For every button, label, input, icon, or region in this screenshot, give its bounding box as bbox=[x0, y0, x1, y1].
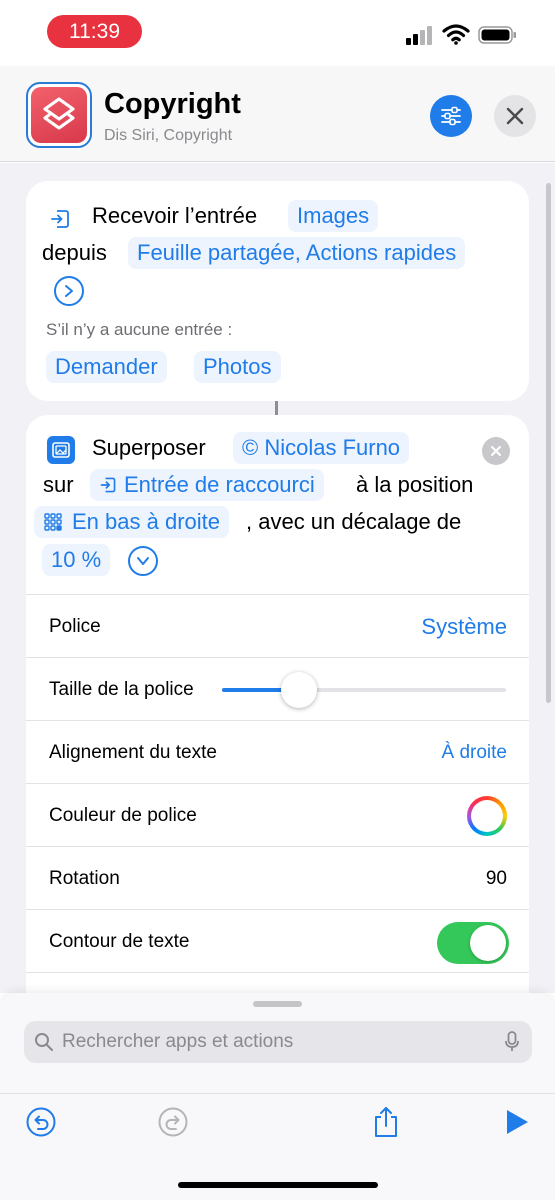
shortcut-subtitle: Dis Siri, Copyright bbox=[104, 127, 233, 144]
param-font-size-row: Taille de la police bbox=[26, 657, 529, 720]
outline-toggle-knob bbox=[470, 925, 506, 961]
close-icon bbox=[491, 446, 501, 456]
overlay-text-action[interactable]: Superposer © Nicolas Furno sur Entrée de… bbox=[26, 415, 529, 993]
sliders-icon bbox=[441, 106, 461, 126]
action-connector bbox=[275, 401, 278, 415]
status-bar: 11:39 bbox=[0, 0, 555, 66]
undo-button[interactable] bbox=[23, 1104, 59, 1140]
shortcut-input-token[interactable]: Entrée de raccourci bbox=[90, 469, 324, 501]
settings-button[interactable] bbox=[430, 95, 472, 137]
signal-icon bbox=[406, 26, 432, 45]
chevron-down-icon bbox=[137, 557, 149, 565]
fallback-action-token[interactable]: Demander bbox=[46, 351, 167, 383]
run-button[interactable] bbox=[499, 1104, 535, 1140]
share-icon bbox=[375, 1107, 397, 1137]
shortcut-title[interactable]: Copyright bbox=[104, 88, 241, 121]
overlay-text-token[interactable]: © Nicolas Furno bbox=[233, 432, 410, 464]
collapse-button[interactable] bbox=[128, 546, 158, 576]
shortcut-input-label: Entrée de raccourci bbox=[124, 472, 315, 497]
expand-button[interactable] bbox=[54, 276, 84, 306]
no-input-label: S’il n’y a aucune entrée : bbox=[46, 320, 233, 339]
param-font-size-label: Taille de la police bbox=[49, 679, 194, 700]
param-font-value[interactable]: Système bbox=[421, 595, 507, 658]
input-icon bbox=[51, 210, 69, 228]
chevron-right-icon bbox=[65, 285, 73, 297]
play-icon bbox=[507, 1110, 528, 1134]
wifi-icon bbox=[442, 24, 470, 45]
font-size-slider[interactable] bbox=[222, 672, 506, 708]
search-bar[interactable] bbox=[24, 1021, 532, 1063]
shortcut-header: Copyright Dis Siri, Copyright bbox=[0, 66, 555, 162]
offset-label: , avec un décalage de bbox=[246, 509, 462, 534]
receive-input-action[interactable]: Recevoir l’entrée Images depuis Feuille … bbox=[26, 181, 529, 401]
home-indicator[interactable] bbox=[178, 1182, 378, 1188]
input-source-token[interactable]: Feuille partagée, Actions rapides bbox=[128, 237, 466, 269]
overlay-label: Superposer bbox=[92, 435, 206, 460]
input-type-token[interactable]: Images bbox=[288, 200, 379, 232]
microphone-icon[interactable] bbox=[504, 1031, 520, 1053]
param-color-label: Couleur de police bbox=[49, 805, 197, 826]
param-font-label: Police bbox=[49, 616, 101, 637]
position-label: à la position bbox=[356, 472, 474, 497]
param-rotation-label: Rotation bbox=[49, 868, 120, 889]
font-size-slider-thumb[interactable] bbox=[280, 672, 317, 708]
actions-editor[interactable]: Recevoir l’entrée Images depuis Feuille … bbox=[0, 163, 555, 993]
offset-token[interactable]: 10 % bbox=[42, 544, 111, 576]
actions-search-sheet bbox=[0, 993, 555, 1093]
overlay-parameters: Police Système Taille de la police Align… bbox=[26, 594, 529, 993]
param-rotation-row[interactable]: Rotation 90 bbox=[26, 846, 529, 909]
param-rotation-value[interactable]: 90 bbox=[486, 847, 507, 910]
input-icon bbox=[100, 477, 116, 493]
param-outline-row: Contour de texte bbox=[26, 909, 529, 972]
position-token[interactable]: En bas à droite bbox=[34, 506, 229, 538]
redo-icon bbox=[158, 1107, 188, 1137]
sheet-grabber[interactable] bbox=[253, 1001, 302, 1007]
param-outline-label: Contour de texte bbox=[49, 931, 190, 952]
color-picker-button[interactable] bbox=[467, 796, 507, 836]
outline-toggle[interactable] bbox=[437, 922, 509, 964]
receive-input-label: Recevoir l’entrée bbox=[92, 203, 258, 228]
shortcut-icon-button[interactable] bbox=[26, 82, 92, 148]
undo-icon bbox=[26, 1107, 56, 1137]
battery-icon bbox=[478, 26, 516, 44]
shortcuts-icon bbox=[43, 97, 75, 130]
redo-button[interactable] bbox=[155, 1104, 191, 1140]
status-time[interactable]: 11:39 bbox=[47, 15, 142, 48]
param-alignment-label: Alignement du texte bbox=[49, 742, 217, 763]
remove-action-button[interactable] bbox=[482, 437, 510, 465]
grid-icon bbox=[44, 513, 62, 531]
search-icon bbox=[35, 1033, 53, 1051]
param-next-row[interactable] bbox=[26, 972, 529, 993]
position-token-label: En bas à droite bbox=[72, 509, 220, 534]
from-label: depuis bbox=[42, 240, 107, 265]
close-button[interactable] bbox=[494, 95, 536, 137]
search-input[interactable] bbox=[62, 1021, 482, 1063]
param-alignment-row[interactable]: Alignement du texte À droite bbox=[26, 720, 529, 783]
overlay-image-icon bbox=[47, 436, 75, 464]
close-icon bbox=[506, 107, 524, 125]
fallback-target-token[interactable]: Photos bbox=[194, 351, 281, 383]
share-button[interactable] bbox=[368, 1104, 404, 1140]
on-label: sur bbox=[43, 472, 74, 497]
param-font-row[interactable]: Police Système bbox=[26, 594, 529, 657]
param-alignment-value[interactable]: À droite bbox=[442, 721, 507, 784]
bottom-toolbar bbox=[0, 1093, 555, 1200]
scrollbar[interactable] bbox=[546, 183, 551, 703]
param-color-row[interactable]: Couleur de police bbox=[26, 783, 529, 846]
